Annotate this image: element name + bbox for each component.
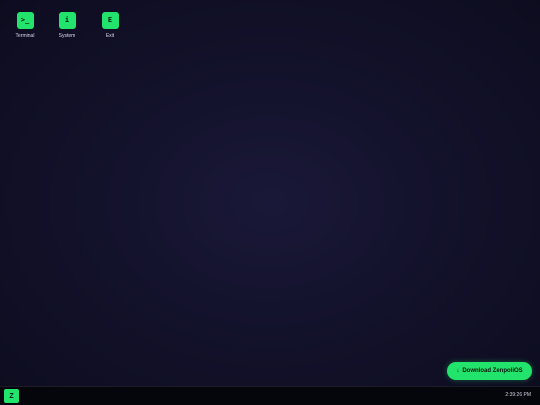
desktop-icon-terminal[interactable]: >_ Terminal <box>5 12 45 39</box>
start-button[interactable]: Z <box>4 389 19 403</box>
desktop-icon-exit[interactable]: E Exit <box>90 12 130 39</box>
terminal-icon[interactable]: >_ <box>16 12 34 29</box>
taskbar: Z 2:39:26 PM <box>0 386 540 405</box>
exit-icon[interactable]: E <box>101 12 119 29</box>
taskbar-clock: 2:39:26 PM <box>505 392 531 398</box>
desktop-icon-label: Terminal <box>15 33 35 39</box>
desktop-icon-label: Exit <box>105 33 115 39</box>
desktop: >_ Terminal i System E Exit ↓ Download Z… <box>0 0 540 386</box>
download-arrow-icon: ↓ <box>456 368 460 374</box>
info-icon[interactable]: i <box>58 12 76 29</box>
download-button-label: Download ZenpoliOS <box>462 368 523 374</box>
desktop-icon-system[interactable]: i System <box>47 12 87 39</box>
download-button[interactable]: ↓ Download ZenpoliOS <box>447 362 532 380</box>
desktop-icon-label: System <box>58 33 76 39</box>
